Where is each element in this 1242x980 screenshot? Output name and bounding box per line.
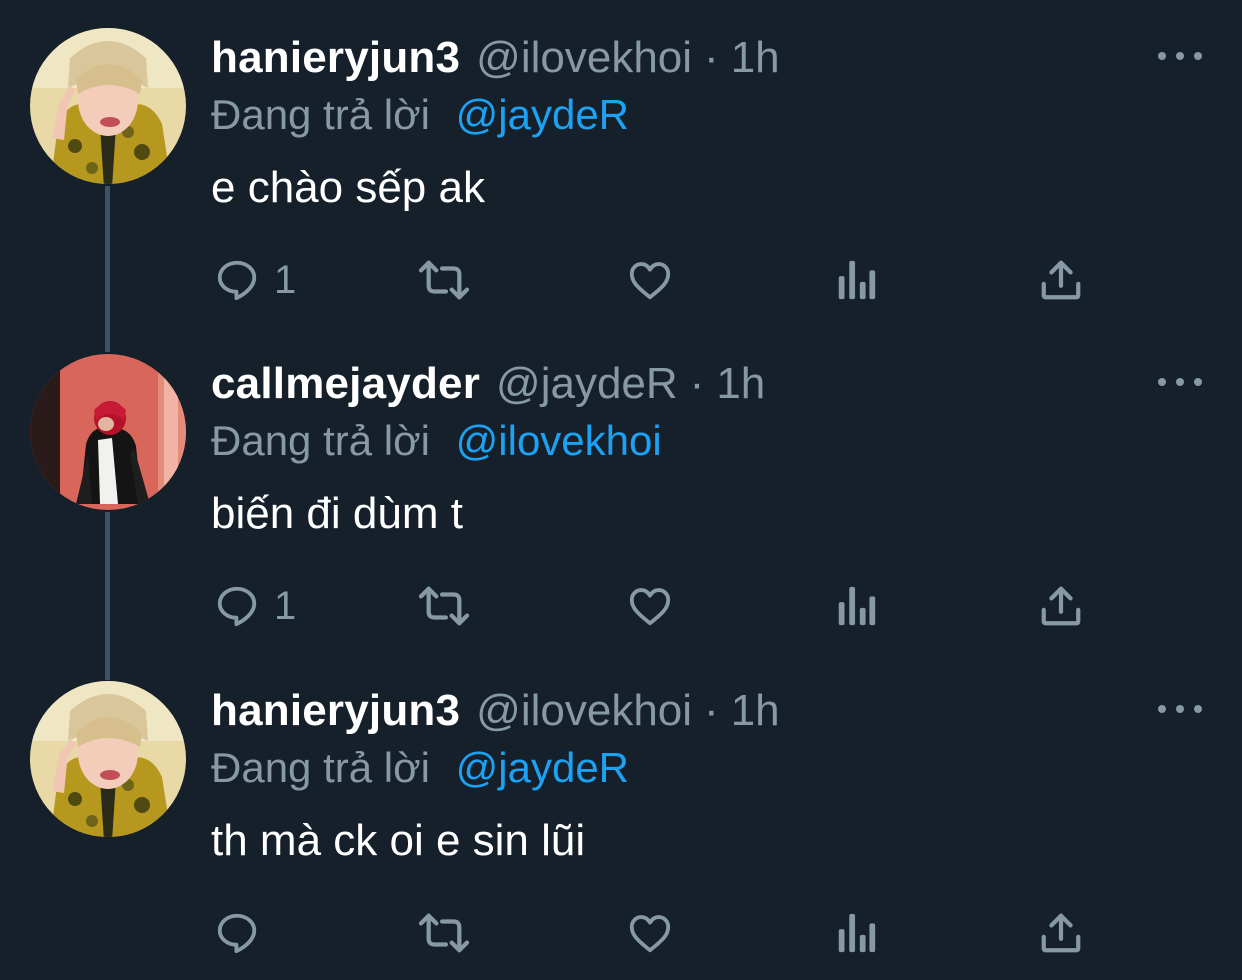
avatar-image-icon (30, 681, 186, 837)
retweet-button[interactable] (416, 576, 472, 636)
display-name[interactable]: callmejayder (211, 356, 480, 412)
like-icon (629, 262, 671, 300)
reply-button[interactable] (214, 903, 274, 963)
tweet-text: biến đi dùm t (211, 489, 463, 538)
more-dot (1194, 52, 1202, 60)
analytics-button[interactable] (834, 576, 878, 636)
display-name[interactable]: hanieryjun3 (211, 683, 460, 739)
replying-to-mention[interactable]: @jaydeR (456, 91, 629, 138)
retweet-button[interactable] (416, 903, 472, 963)
like-button[interactable] (626, 250, 674, 310)
replying-to-mention[interactable]: @ilovekhoi (456, 417, 662, 464)
tweet-actions (0, 903, 1242, 963)
tweet[interactable]: hanieryjun3 @ilovekhoi · 1h Đang trả lời… (0, 0, 1242, 327)
tweet-thread: hanieryjun3 @ilovekhoi · 1h Đang trả lời… (0, 0, 1242, 974)
replying-to-mention[interactable]: @jaydeR (456, 744, 629, 791)
avatar[interactable] (30, 681, 186, 837)
tweet-header: hanieryjun3 @ilovekhoi · 1h (211, 30, 780, 86)
separator-dot: · (704, 686, 719, 735)
tweet-header: callmejayder @jaydeR · 1h (211, 356, 765, 412)
more-options-icon[interactable] (1158, 701, 1202, 717)
timestamp[interactable]: 1h (731, 683, 780, 739)
reply-button[interactable]: 1 (214, 576, 296, 636)
avatar[interactable] (30, 354, 186, 510)
more-dot (1176, 52, 1184, 60)
retweet-button[interactable] (416, 250, 472, 310)
share-button[interactable] (1038, 250, 1084, 310)
replying-to-label: Đang trả lời (211, 91, 430, 138)
replying-to: Đang trả lời @ilovekhoi (211, 414, 662, 468)
analytics-button[interactable] (834, 250, 878, 310)
share-icon (1041, 586, 1081, 626)
more-dot (1158, 52, 1166, 60)
analytics-icon (838, 913, 876, 953)
more-options-icon[interactable] (1158, 48, 1202, 64)
tweet-actions: 1 (0, 250, 1242, 310)
separator-dot: · (689, 359, 705, 408)
tweet-actions: 1 (0, 576, 1242, 636)
retweet-icon (418, 260, 470, 300)
tweet[interactable]: callmejayder @jaydeR · 1h Đang trả lời @… (0, 326, 1242, 653)
timestamp[interactable]: 1h (716, 356, 765, 412)
share-button[interactable] (1038, 903, 1084, 963)
share-icon (1041, 260, 1081, 300)
more-options-icon[interactable] (1158, 374, 1202, 390)
more-dot (1194, 378, 1202, 386)
analytics-icon (838, 260, 876, 300)
tweet-text: e chào sếp ak (211, 163, 485, 212)
reply-icon (217, 913, 257, 954)
more-dot (1176, 705, 1184, 713)
tweet-text: th mà ck oi e sin lũi (211, 816, 586, 865)
retweet-icon (418, 586, 470, 626)
replying-to: Đang trả lời @jaydeR (211, 88, 629, 142)
more-dot (1158, 378, 1166, 386)
replying-to-label: Đang trả lời (211, 744, 430, 791)
reply-count: 1 (274, 257, 297, 302)
like-button[interactable] (626, 903, 674, 963)
user-handle[interactable]: @ilovekhoi (476, 683, 692, 739)
retweet-icon (418, 913, 470, 953)
more-dot (1194, 705, 1202, 713)
timestamp[interactable]: 1h (731, 30, 780, 86)
share-button[interactable] (1038, 576, 1084, 636)
more-dot (1158, 705, 1166, 713)
separator-dot: · (704, 33, 719, 82)
avatar[interactable] (30, 28, 186, 184)
analytics-icon (838, 586, 876, 626)
analytics-button[interactable] (834, 903, 878, 963)
user-handle[interactable]: @ilovekhoi (476, 30, 692, 86)
reply-count: 1 (274, 583, 297, 628)
reply-icon (217, 260, 257, 301)
display-name[interactable]: hanieryjun3 (211, 30, 460, 86)
reply-icon (217, 586, 257, 627)
tweet[interactable]: hanieryjun3 @ilovekhoi · 1h Đang trả lời… (0, 653, 1242, 980)
reply-button[interactable]: 1 (214, 250, 296, 310)
share-icon (1041, 913, 1081, 953)
user-handle[interactable]: @jaydeR (496, 356, 678, 412)
like-icon (629, 588, 671, 626)
like-icon (629, 915, 671, 953)
replying-to-label: Đang trả lời (211, 417, 430, 464)
avatar-image-icon (30, 28, 186, 184)
more-dot (1176, 378, 1184, 386)
avatar-image-icon (30, 354, 186, 510)
replying-to: Đang trả lời @jaydeR (211, 741, 629, 795)
tweet-header: hanieryjun3 @ilovekhoi · 1h (211, 683, 780, 739)
like-button[interactable] (626, 576, 674, 636)
